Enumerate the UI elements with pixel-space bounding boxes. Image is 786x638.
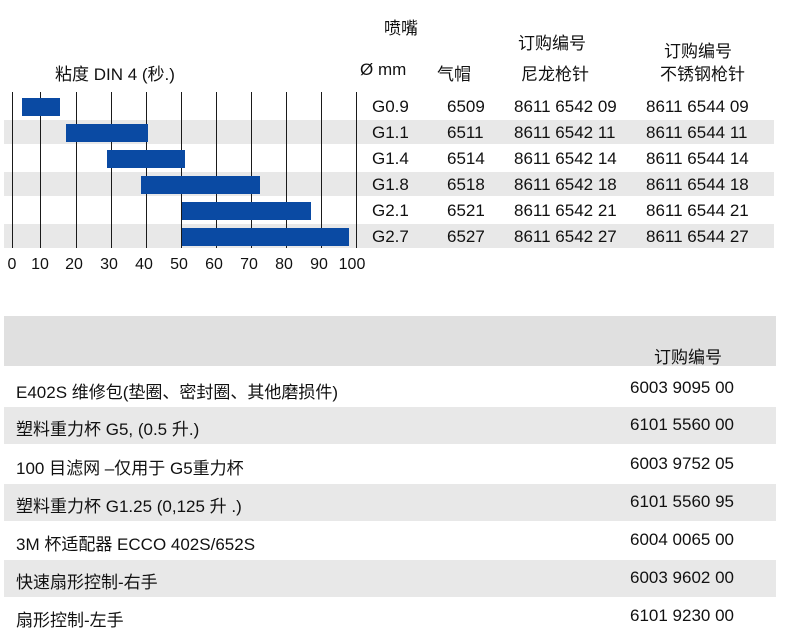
accessory-order-number: 6003 9095 00 [630,378,734,397]
viscosity-range-bar-G0.9 [22,98,60,116]
diameter-header: Ø mm [360,60,407,79]
nozzle-size: G1.4 [372,149,409,168]
order-no-header-nylon: 订购编号 [518,34,586,53]
accessory-name: 100 目滤网 –仅用于 G5重力杯 [16,459,244,478]
gridline [286,92,287,248]
accessory-name: 扇形控制-左手 [16,611,124,630]
accessory-row: 100 目滤网 –仅用于 G5重力杯 6003 9752 05 [4,446,776,483]
nozzle-size: G1.8 [372,175,409,194]
accessory-row: 扇形控制-左手 6101 9230 00 [4,598,776,635]
viscosity-range-bar-G1.8 [141,176,261,194]
nylon-order-number: 8611 6542 14 [514,149,617,168]
gridline [321,92,322,248]
nylon-order-number: 8611 6542 21 [514,201,617,220]
viscosity-range-bar-G1.4 [107,150,186,168]
axis-tick-label: 40 [135,256,153,273]
axis-tick-label: 100 [338,256,366,273]
aircap-number: 6521 [447,201,485,220]
aircap-number: 6509 [447,97,485,116]
nylon-order-number: 8611 6542 18 [514,175,617,194]
aircap-number: 6527 [447,227,485,246]
axis-tick-label: 30 [100,256,118,273]
nylon-order-number: 8611 6542 09 [514,97,617,116]
viscosity-range-bar-G2.7 [182,228,349,246]
stainless-order-number: 8611 6544 09 [646,97,749,116]
accessory-name: 3M 杯适配器 ECCO 402S/652S [16,535,256,554]
accessory-name: E402S 维修包(垫圈、密封圈、其他磨损件) [16,383,339,402]
axis-tick-label: 0 [7,256,17,273]
gridline [251,92,252,248]
axis-tick-label: 50 [170,256,188,273]
accessory-row: E402S 维修包(垫圈、密封圈、其他磨损件) 6003 9095 00 [4,370,776,407]
accessory-order-number: 6101 5560 95 [630,492,734,511]
gridline [76,92,77,248]
nylon-order-number: 8611 6542 11 [514,123,616,142]
nozzle-size: G2.7 [372,227,409,246]
stainless-order-number: 8611 6544 21 [646,201,749,220]
aircap-number: 6514 [447,149,485,168]
accessory-row: 快速扇形控制-右手 6003 9602 00 [4,560,776,597]
gridline [111,92,112,248]
stainless-order-number: 8611 6544 27 [646,227,749,246]
accessory-row: 塑料重力杯 G5, (0.5 升.) 6101 5560 00 [4,407,776,444]
accessory-name: 塑料重力杯 G5, (0.5 升.) [16,420,200,439]
gridline [216,92,217,248]
accessories-order-no-header: 订购编号 [654,348,722,367]
stainless-order-number: 8611 6544 18 [646,175,749,194]
stainless-order-number: 8611 6544 11 [646,123,748,142]
accessory-name: 塑料重力杯 G1.25 (0,125 升 .) [16,497,242,516]
nozzle-header: 喷嘴 [384,19,418,38]
nozzle-size: G2.1 [372,201,409,220]
accessories-header-band: 订购编号 [4,316,776,367]
nozzle-size: G1.1 [372,123,409,142]
viscosity-range-bar-G1.1 [66,124,148,142]
axis-tick-label: 80 [275,256,293,273]
aircap-number: 6511 [447,123,484,142]
axis-tick-label: 60 [205,256,223,273]
axis-tick-label: 20 [65,256,83,273]
aircap-number: 6518 [447,175,485,194]
accessory-name: 快速扇形控制-右手 [16,573,158,592]
axis-tick-label: 10 [31,256,49,273]
accessory-row: 3M 杯适配器 ECCO 402S/652S 6004 0065 00 [4,522,776,559]
nylon-order-number: 8611 6542 27 [514,227,617,246]
accessory-order-number: 6004 0065 00 [630,530,734,549]
gridline [356,92,357,248]
accessory-order-number: 6101 5560 00 [630,415,734,434]
stainless-order-number: 8611 6544 14 [646,149,749,168]
accessory-order-number: 6003 9602 00 [630,568,734,587]
gridline [146,92,147,248]
aircap-header: 气帽 [437,65,471,84]
nozzle-size: G0.9 [372,97,409,116]
gridline [181,92,182,248]
accessory-order-number: 6101 9230 00 [630,606,734,625]
axis-tick-label: 90 [310,256,328,273]
nylon-gun-header: 尼龙枪针 [521,65,589,84]
accessory-row: 塑料重力杯 G1.25 (0,125 升 .) 6101 5560 95 [4,484,776,521]
axis-tick-label: 70 [240,256,258,273]
viscosity-range-bar-G2.1 [182,202,312,220]
accessory-order-number: 6003 9752 05 [630,454,734,473]
viscosity-header: 粘度 DIN 4 (秒.) [55,65,175,84]
stainless-gun-header: 不锈钢枪针 [660,65,745,84]
gridline [12,92,13,248]
order-no-header-stainless: 订购编号 [664,42,732,61]
